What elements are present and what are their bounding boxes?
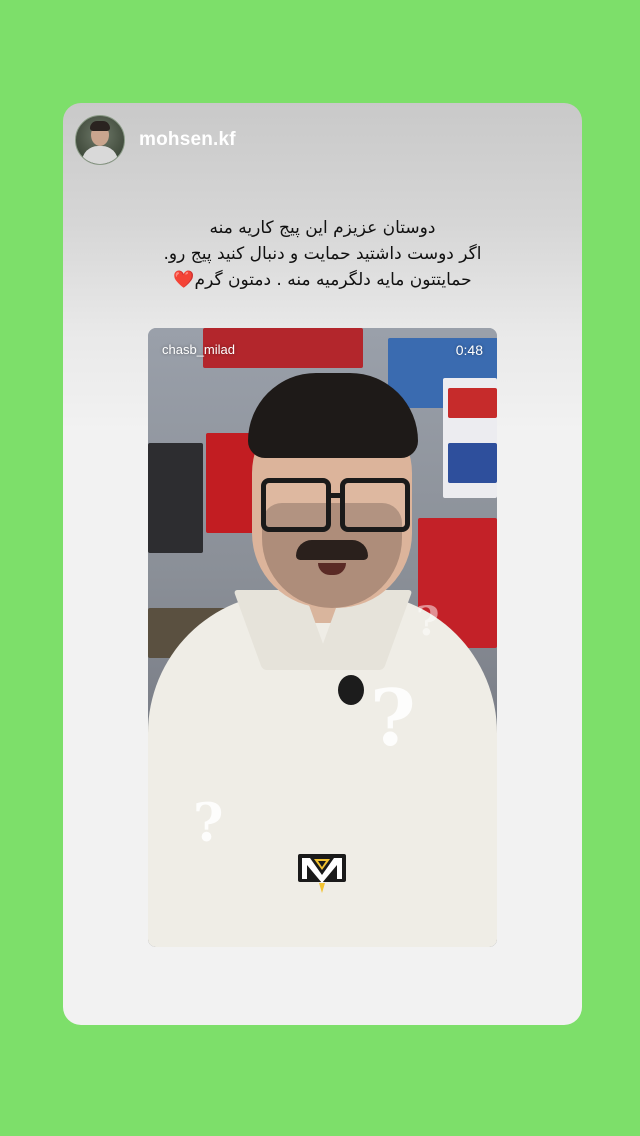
shelf-product — [148, 443, 203, 553]
shelf-product — [448, 388, 497, 418]
caption-line: دوستان عزیزم این پیج کاریه منه — [209, 218, 436, 238]
avatar-hair — [90, 121, 110, 131]
caption-line: حمایتتون مایه دلگرمیه منه . دمتون گرم❤️ — [173, 270, 472, 290]
username-link[interactable]: mohsen.kf — [139, 129, 236, 151]
glasses-bridge — [326, 493, 342, 498]
story-header: mohsen.kf — [75, 115, 236, 165]
lapel-mic — [338, 675, 364, 705]
shelf-product — [448, 443, 497, 483]
channel-logo-icon — [298, 854, 346, 893]
question-mark-icon: ? — [193, 793, 224, 854]
question-mark-icon: ? — [370, 673, 416, 764]
glasses-lens-right — [340, 478, 410, 532]
profile-avatar-icon[interactable] — [75, 115, 125, 165]
shared-video-post[interactable]: ? ? ? chasb_milad 0:48 — [148, 328, 497, 947]
question-mark-icon: ? — [416, 598, 440, 645]
glasses-lens-left — [261, 478, 331, 532]
story-card: mohsen.kf دوستان عزیزم این پیج کاریه منه… — [63, 103, 582, 1025]
caption-line: اگر دوست داشتید حمایت و دنبال کنید پیج ر… — [163, 244, 482, 264]
video-source-username[interactable]: chasb_milad — [162, 342, 235, 357]
avatar-body — [82, 146, 118, 164]
video-duration: 0:48 — [455, 342, 483, 358]
person-mustache — [296, 540, 368, 560]
story-caption: دوستان عزیزم این پیج کاریه منه اگر دوست … — [83, 215, 562, 293]
